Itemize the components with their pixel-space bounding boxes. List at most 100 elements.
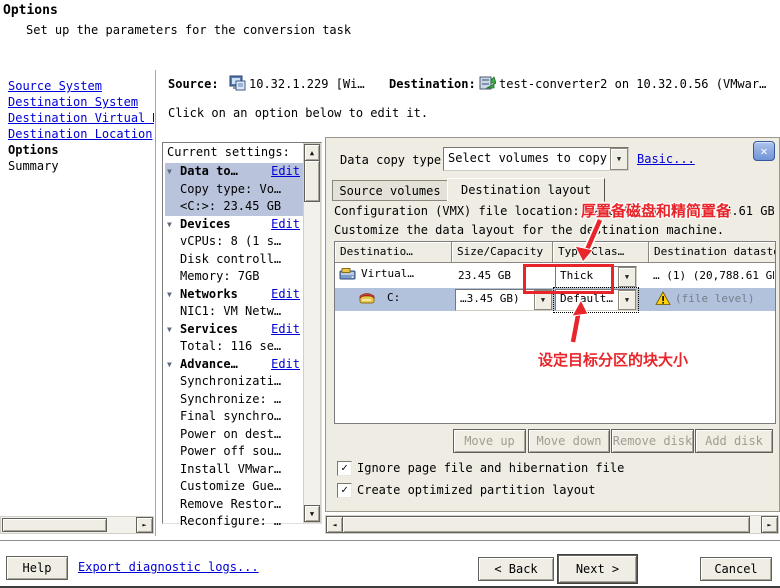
- tree-item-advanced[interactable]: ▼Advance…Edit: [165, 356, 303, 374]
- add-disk-button[interactable]: Add disk: [695, 429, 773, 453]
- data-copy-type-label: Data copy type:: [340, 153, 448, 167]
- customize-layout-line: Customize the data layout for the destin…: [334, 223, 774, 237]
- annotation-highlight-box: [523, 264, 614, 294]
- tree-item-services[interactable]: ▼ServicesEdit: [165, 321, 303, 339]
- tree-expanded-icon[interactable]: ▼: [167, 163, 180, 181]
- scroll-left-icon[interactable]: ◄: [326, 516, 343, 533]
- page-title: Options: [3, 3, 58, 18]
- close-icon[interactable]: ✕: [753, 141, 775, 161]
- optimized-layout-label: Create optimized partition layout: [357, 483, 595, 497]
- tree-item-c-volume[interactable]: <C:>: 23.45 GB: [165, 198, 316, 216]
- tree-item-disk-controller[interactable]: Disk controll…: [165, 251, 316, 269]
- edit-link-advanced[interactable]: Edit: [271, 356, 300, 374]
- tree-item-total-services[interactable]: Total: 116 se…: [165, 338, 316, 356]
- tree-item-reconfigure[interactable]: Reconfigure: …: [165, 513, 316, 531]
- basic-link[interactable]: Basic...: [637, 152, 695, 166]
- sidebar-item-destination-location[interactable]: Destination Location: [8, 127, 153, 141]
- tree-item-vcpus[interactable]: vCPUs: 8 (1 s…: [165, 233, 316, 251]
- edit-hint: Click on an option below to edit it.: [168, 106, 428, 120]
- sidebar-item-destination-system[interactable]: Destination System: [8, 95, 138, 109]
- tree-item-final-sync[interactable]: Final synchro…: [165, 408, 316, 426]
- volume-c-icon: [359, 292, 377, 305]
- edit-link-devices[interactable]: Edit: [271, 216, 300, 234]
- tree-expanded-icon[interactable]: ▼: [167, 286, 180, 304]
- tree-item-data-to-copy[interactable]: ▼Data to…Edit: [165, 163, 303, 181]
- column-header-size-capacity[interactable]: Size/Capacity: [452, 242, 553, 263]
- remove-disk-button[interactable]: Remove disk: [611, 429, 694, 453]
- source-value: 10.32.1.229 [Wi…: [249, 77, 381, 91]
- tree-expanded-icon[interactable]: ▼: [167, 321, 180, 339]
- back-button[interactable]: < Back: [478, 557, 554, 581]
- destination-server-icon: [479, 75, 496, 91]
- help-button[interactable]: Help: [6, 556, 68, 580]
- file-level-note: (file level): [675, 292, 773, 305]
- chevron-down-icon[interactable]: ▼: [618, 267, 636, 287]
- sidebar-divider: [155, 70, 156, 536]
- ignore-pagefile-label: Ignore page file and hibernation file: [357, 461, 624, 475]
- page-subtitle: Set up the parameters for the conversion…: [26, 23, 351, 37]
- sidebar-item-source-system[interactable]: Source System: [8, 79, 102, 93]
- sidebar-item-summary: Summary: [8, 159, 154, 175]
- current-settings-panel: Current settings: ▼Data to…Edit Copy typ…: [162, 142, 322, 524]
- edit-link-data-to-copy[interactable]: Edit: [271, 163, 300, 181]
- scroll-up-icon[interactable]: ▲: [304, 144, 320, 161]
- ignore-pagefile-checkbox[interactable]: ✓: [337, 461, 352, 476]
- tree-item-customize-guest[interactable]: Customize Gue…: [165, 478, 316, 496]
- wizard-steps: Source System Destination System Destina…: [8, 79, 154, 175]
- tab-source-volumes[interactable]: Source volumes: [332, 180, 448, 201]
- tab-destination-layout[interactable]: Destination layout: [447, 178, 605, 202]
- move-down-button[interactable]: Move down: [528, 429, 610, 453]
- cancel-button[interactable]: Cancel: [700, 557, 772, 581]
- table-row-disk-name[interactable]: Virtual…: [361, 267, 449, 280]
- source-computer-icon: [229, 75, 246, 91]
- destination-label: Destination:: [389, 77, 476, 91]
- tree-item-devices[interactable]: ▼DevicesEdit: [165, 216, 303, 234]
- table-row-disk-datastore: … (1) (20,788.61 GB): [653, 269, 774, 282]
- sidebar-item-destination-virtual-machine[interactable]: Destination Virtual Machine: [8, 111, 154, 125]
- settings-vscrollbar[interactable]: ▲ ▼: [303, 143, 321, 523]
- column-header-destination-datastore[interactable]: Destination datasto…: [649, 242, 775, 263]
- footer-divider: [0, 540, 780, 541]
- settings-title: Current settings:: [167, 145, 290, 159]
- tree-expanded-icon[interactable]: ▼: [167, 356, 180, 374]
- column-header-type-cluster[interactable]: Type/Clas…: [553, 242, 649, 263]
- tree-item-synchronization[interactable]: Synchronizati…: [165, 373, 316, 391]
- annotation-cluster-size: 设定目标分区的块大小: [538, 349, 688, 370]
- panel-hscrollbar[interactable]: ◄ ►: [325, 515, 779, 534]
- export-logs-link[interactable]: Export diagnostic logs...: [78, 560, 259, 574]
- warning-icon: [655, 291, 671, 306]
- settings-vscroll-thumb[interactable]: [304, 160, 320, 202]
- table-row-volume-name[interactable]: C:: [387, 291, 447, 304]
- data-copy-panel: ✕ Data copy type: Select volumes to copy…: [325, 137, 780, 512]
- virtual-disk-icon: [339, 268, 357, 281]
- sidebar-hscrollbar[interactable]: ►: [0, 516, 154, 534]
- settings-tree: ▼Data to…Edit Copy type: Vo… <C:>: 23.45…: [165, 163, 316, 531]
- sidebar-item-options-current: Options: [8, 143, 154, 159]
- data-copy-type-select[interactable]: Select volumes to copy ▼: [443, 147, 629, 171]
- scroll-down-icon[interactable]: ▼: [304, 505, 320, 522]
- scroll-right-icon[interactable]: ►: [761, 516, 778, 533]
- chevron-down-icon[interactable]: ▼: [610, 148, 628, 170]
- edit-link-services[interactable]: Edit: [271, 321, 300, 339]
- column-header-destination[interactable]: Destinatio…: [335, 242, 452, 263]
- edit-link-networks[interactable]: Edit: [271, 286, 300, 304]
- tree-expanded-icon[interactable]: ▼: [167, 216, 180, 234]
- chevron-down-icon[interactable]: ▼: [618, 290, 636, 310]
- destination-value: test-converter2 on 10.32.0.56 (VMwar…: [499, 77, 780, 91]
- scroll-right-icon[interactable]: ►: [136, 517, 153, 533]
- move-up-button[interactable]: Move up: [453, 429, 526, 453]
- optimized-layout-checkbox[interactable]: ✓: [337, 483, 352, 498]
- tree-item-synchronize[interactable]: Synchronize: …: [165, 391, 316, 409]
- next-button[interactable]: Next >: [558, 555, 637, 583]
- tree-item-power-off-source[interactable]: Power off sou…: [165, 443, 316, 461]
- tree-item-install-tools[interactable]: Install VMwar…: [165, 461, 316, 479]
- panel-hscroll-thumb[interactable]: [342, 516, 750, 533]
- annotation-thick-thin-provision: 厚置备磁盘和精简置备: [581, 200, 731, 221]
- tree-item-copy-type[interactable]: Copy type: Vo…: [165, 181, 316, 199]
- sidebar-hscroll-thumb[interactable]: [2, 518, 107, 532]
- tree-item-memory[interactable]: Memory: 7GB: [165, 268, 316, 286]
- tree-item-power-on-dest[interactable]: Power on dest…: [165, 426, 316, 444]
- tree-item-nic1[interactable]: NIC1: VM Netw…: [165, 303, 316, 321]
- tree-item-networks[interactable]: ▼NetworksEdit: [165, 286, 303, 304]
- tree-item-remove-restore[interactable]: Remove Restor…: [165, 496, 316, 514]
